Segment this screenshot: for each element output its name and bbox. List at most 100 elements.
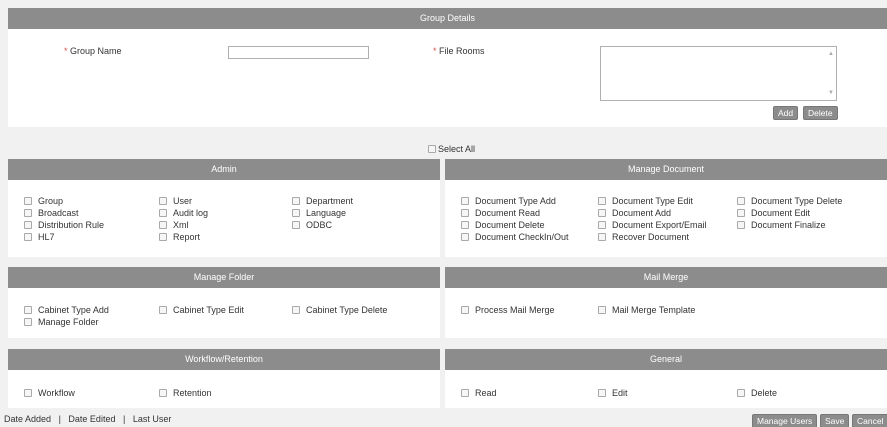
doc-item-type-edit[interactable]: Document Type Edit — [598, 195, 693, 207]
group-name-input[interactable] — [228, 46, 369, 59]
general-item-edit[interactable]: Edit — [598, 387, 628, 399]
checkbox[interactable] — [461, 208, 469, 217]
checkbox[interactable] — [598, 305, 606, 314]
footer-meta: Date Added | Date Edited | Last User — [4, 414, 171, 424]
checkbox[interactable] — [598, 208, 606, 217]
select-all-label: Select All — [438, 144, 476, 154]
admin-item-hl7[interactable]: HL7 — [24, 231, 55, 243]
checkbox[interactable] — [292, 208, 300, 217]
scroll-up-icon[interactable]: ▲ — [828, 51, 834, 57]
checkbox[interactable] — [461, 232, 469, 241]
doc-item-add[interactable]: Document Add — [598, 207, 671, 219]
date-added-label: Date Added — [4, 414, 52, 424]
save-button[interactable]: Save — [820, 414, 850, 427]
checkbox[interactable] — [159, 388, 167, 397]
date-edited-label: Date Edited — [68, 414, 116, 424]
manage-document-header: Manage Document — [445, 159, 887, 180]
doc-item-finalize[interactable]: Document Finalize — [737, 219, 826, 231]
checkbox[interactable] — [159, 232, 167, 241]
mail-merge-item-process[interactable]: Process Mail Merge — [461, 304, 555, 316]
separator: | — [58, 414, 61, 424]
group-details-panel: * Group Name * File Rooms ▲ ▼ Add Delete — [8, 29, 887, 127]
checkbox[interactable] — [598, 388, 606, 397]
admin-item-distribution-rule[interactable]: Distribution Rule — [24, 219, 104, 231]
checkbox[interactable] — [737, 388, 745, 397]
select-all-checkbox[interactable] — [428, 144, 436, 153]
mail-merge-header: Mail Merge — [445, 267, 887, 288]
group-details-header: Group Details — [8, 8, 887, 29]
general-item-delete[interactable]: Delete — [737, 387, 777, 399]
add-file-room-button[interactable]: Add — [773, 106, 799, 120]
checkbox[interactable] — [737, 220, 745, 229]
general-item-read[interactable]: Read — [461, 387, 497, 399]
checkbox[interactable] — [461, 305, 469, 314]
checkbox[interactable] — [24, 317, 32, 326]
checkbox[interactable] — [292, 196, 300, 205]
doc-item-delete[interactable]: Document Delete — [461, 219, 545, 231]
checkbox[interactable] — [24, 232, 32, 241]
workflow-item-retention[interactable]: Retention — [159, 387, 212, 399]
file-rooms-listbox[interactable]: ▲ ▼ — [600, 46, 837, 101]
folder-item-manage-folder[interactable]: Manage Folder — [24, 316, 99, 328]
last-user-label: Last User — [132, 414, 172, 424]
folder-item-cabinet-type-edit[interactable]: Cabinet Type Edit — [159, 304, 244, 316]
manage-users-button[interactable]: Manage Users — [752, 414, 818, 427]
folder-item-cabinet-type-delete[interactable]: Cabinet Type Delete — [292, 304, 387, 316]
scroll-down-icon[interactable]: ▼ — [828, 90, 834, 96]
checkbox[interactable] — [24, 208, 32, 217]
manage-document-panel: Document Type Add Document Read Document… — [445, 180, 887, 257]
admin-panel: Group Broadcast Distribution Rule HL7 Us… — [8, 180, 440, 257]
checkbox[interactable] — [598, 196, 606, 205]
checkbox[interactable] — [24, 220, 32, 229]
checkbox[interactable] — [159, 208, 167, 217]
checkbox[interactable] — [159, 220, 167, 229]
workflow-header: Workflow/Retention — [8, 349, 440, 370]
mail-merge-panel: Process Mail Merge Mail Merge Template — [445, 288, 887, 338]
admin-item-department[interactable]: Department — [292, 195, 353, 207]
checkbox[interactable] — [461, 220, 469, 229]
admin-item-xml[interactable]: Xml — [159, 219, 189, 231]
checkbox[interactable] — [598, 232, 606, 241]
separator: | — [122, 414, 126, 424]
checkbox[interactable] — [461, 388, 469, 397]
checkbox[interactable] — [159, 196, 167, 205]
group-details-title: Group Details — [419, 13, 476, 23]
folder-item-cabinet-type-add[interactable]: Cabinet Type Add — [24, 304, 109, 316]
cancel-button[interactable]: Cancel — [852, 414, 887, 427]
doc-item-export-email[interactable]: Document Export/Email — [598, 219, 707, 231]
group-name-label: * Group Name — [64, 46, 122, 56]
checkbox[interactable] — [292, 220, 300, 229]
mail-merge-item-template[interactable]: Mail Merge Template — [598, 304, 695, 316]
admin-item-audit-log[interactable]: Audit log — [159, 207, 208, 219]
checkbox[interactable] — [292, 305, 300, 314]
admin-item-odbc[interactable]: ODBC — [292, 219, 332, 231]
select-all-row: Select All — [428, 144, 475, 154]
doc-item-edit[interactable]: Document Edit — [737, 207, 810, 219]
checkbox[interactable] — [461, 196, 469, 205]
manage-folder-panel: Cabinet Type Add Manage Folder Cabinet T… — [8, 288, 440, 338]
workflow-panel: Workflow Retention — [8, 370, 440, 408]
doc-item-type-delete[interactable]: Document Type Delete — [737, 195, 842, 207]
manage-folder-header: Manage Folder — [8, 267, 440, 288]
admin-item-language[interactable]: Language — [292, 207, 346, 219]
doc-item-checkin-out[interactable]: Document CheckIn/Out — [461, 231, 569, 243]
doc-item-read[interactable]: Document Read — [461, 207, 540, 219]
checkbox[interactable] — [598, 220, 606, 229]
workflow-item-workflow[interactable]: Workflow — [24, 387, 75, 399]
admin-item-group[interactable]: Group — [24, 195, 63, 207]
checkbox[interactable] — [24, 305, 32, 314]
admin-item-broadcast[interactable]: Broadcast — [24, 207, 79, 219]
general-header: General — [445, 349, 887, 370]
doc-item-type-add[interactable]: Document Type Add — [461, 195, 556, 207]
checkbox[interactable] — [737, 208, 745, 217]
checkbox[interactable] — [159, 305, 167, 314]
checkbox[interactable] — [24, 196, 32, 205]
delete-file-room-button[interactable]: Delete — [803, 106, 838, 120]
admin-item-report[interactable]: Report — [159, 231, 200, 243]
checkbox[interactable] — [737, 196, 745, 205]
general-panel: Read Edit Delete — [445, 370, 887, 408]
checkbox[interactable] — [24, 388, 32, 397]
admin-item-user[interactable]: User — [159, 195, 192, 207]
admin-header: Admin — [8, 159, 440, 180]
doc-item-recover[interactable]: Recover Document — [598, 231, 689, 243]
